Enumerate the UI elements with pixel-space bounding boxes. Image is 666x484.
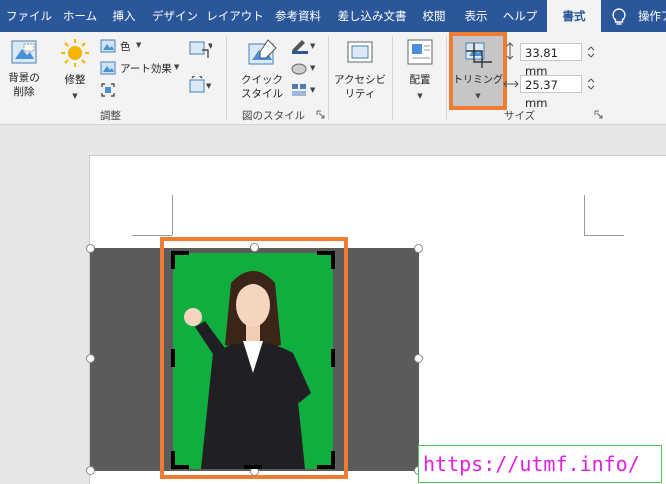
group-separator <box>226 36 227 120</box>
resize-handle[interactable] <box>414 354 423 363</box>
quick-styles-line1: クイック <box>241 74 283 86</box>
crop-handle-top-left[interactable] <box>171 251 175 269</box>
tab-view[interactable]: 表示 <box>460 0 492 32</box>
resize-handle[interactable] <box>250 243 259 252</box>
crop-dropdown-arrow: ▼ <box>475 92 481 100</box>
accessibility-line1: アクセシビ <box>334 74 386 86</box>
color-button[interactable]: 色 ▼ <box>100 38 150 56</box>
quick-styles-line2: スタイル <box>241 88 283 100</box>
resize-handle[interactable] <box>86 244 95 253</box>
svg-text:▼: ▼ <box>208 42 212 50</box>
svg-text:▼: ▼ <box>206 82 212 90</box>
artistic-effects-icon <box>100 61 116 75</box>
crop-handle-bottom-left[interactable] <box>171 451 175 469</box>
color-picture-icon <box>100 39 116 53</box>
change-picture-icon[interactable]: ▼ <box>188 40 212 60</box>
margin-corner-mark <box>132 235 172 236</box>
remove-background-button[interactable]: 背景の 削除 <box>4 34 44 104</box>
accessibility-line2: リティ <box>344 88 376 100</box>
remove-background-line2: 削除 <box>13 86 35 98</box>
crop-handle-top-right[interactable] <box>331 251 335 269</box>
height-field[interactable]: 33.81 mm <box>520 43 582 78</box>
adjust-group-label: 調整 <box>100 110 121 122</box>
crop-handle-right[interactable] <box>331 349 335 367</box>
crop-handle-bottom-right[interactable] <box>331 451 335 469</box>
crop-button[interactable]: トリミング ▼ <box>449 32 507 110</box>
tab-layout[interactable]: レイアウト <box>206 0 264 32</box>
artistic-effects-dropdown-arrow: ▼ <box>174 63 180 71</box>
corrections-dropdown-arrow: ▼ <box>72 92 78 100</box>
tab-mailings[interactable]: 差し込み文書 <box>334 0 410 32</box>
reset-picture-icon[interactable]: ▼ <box>188 76 212 96</box>
picture-border-icon[interactable]: ▼ <box>290 38 318 54</box>
crop-icon <box>465 42 492 68</box>
tab-file[interactable]: ファイル <box>6 0 52 32</box>
artistic-effects-button[interactable]: アート効果 ▼ <box>100 60 182 78</box>
svg-text:▼: ▼ <box>310 64 316 72</box>
size-launcher-icon[interactable] <box>594 110 603 119</box>
group-separator <box>446 36 447 120</box>
width-spinner[interactable] <box>584 75 598 93</box>
tab-design[interactable]: デザイン <box>150 0 200 32</box>
width-field[interactable]: 25.37 mm <box>520 75 582 110</box>
tab-format[interactable]: 書式 <box>547 0 601 32</box>
position-icon <box>407 39 433 65</box>
resize-handle[interactable] <box>86 466 95 475</box>
position-dropdown-arrow: ▼ <box>417 92 423 100</box>
position-label: 配置 <box>409 74 431 86</box>
picture-effects-icon[interactable]: ▼ <box>290 60 318 76</box>
accessibility-button[interactable]: アクセシビ リティ <box>334 34 386 104</box>
width-icon <box>503 80 519 88</box>
crop-selection-highlight <box>160 237 348 479</box>
crop-handle-bottom[interactable] <box>244 465 262 469</box>
margin-corner-mark <box>172 195 173 235</box>
margin-corner-mark <box>584 235 624 236</box>
lightbulb-icon[interactable] <box>608 6 630 28</box>
corrections-button[interactable]: 修整 ▼ <box>54 34 96 104</box>
tab-review[interactable]: 校閲 <box>418 0 450 32</box>
picture-layout-icon[interactable]: ▼ <box>290 82 318 98</box>
quick-styles-icon <box>248 39 277 65</box>
picture-styles-launcher-icon[interactable] <box>316 110 325 119</box>
quick-styles-button[interactable]: クイック スタイル <box>234 34 290 104</box>
ribbon-tab-bar: ファイル ホーム 挿入 デザイン レイアウト 参考資料 差し込み文書 校閲 表示… <box>0 0 666 32</box>
height-icon <box>506 42 514 60</box>
ribbon: 背景の 削除 修整 ▼ 色 ▼ アート効果 ▼ ▼ ▼ 調整 クイック スタイル… <box>0 32 666 125</box>
size-group-label: サイズ <box>504 110 536 122</box>
crop-handle-left[interactable] <box>171 349 175 367</box>
tab-help[interactable]: ヘルプ <box>500 0 540 32</box>
watermark-url: https://utmf.info/ <box>418 445 662 483</box>
height-spinner[interactable] <box>584 43 598 61</box>
crop-label: トリミング <box>453 75 503 86</box>
margin-corner-mark <box>584 195 585 235</box>
resize-handle[interactable] <box>414 244 423 253</box>
sun-icon <box>61 39 89 67</box>
position-button[interactable]: 配置 ▼ <box>398 34 442 104</box>
tab-references[interactable]: 参考資料 <box>270 0 326 32</box>
color-dropdown-arrow: ▼ <box>136 41 142 49</box>
svg-text:▼: ▼ <box>310 86 316 94</box>
tab-home[interactable]: ホーム <box>60 0 100 32</box>
alt-text-icon <box>347 41 373 63</box>
tab-insert[interactable]: 挿入 <box>108 0 140 32</box>
remove-background-line1: 背景の <box>8 72 40 84</box>
group-separator <box>392 36 393 120</box>
tell-me-label[interactable]: 操作ア <box>638 0 666 32</box>
compress-pictures-icon[interactable] <box>100 82 116 98</box>
corrections-label: 修整 <box>64 74 86 86</box>
color-label: 色 <box>120 41 131 53</box>
artistic-effects-label: アート効果 <box>120 63 172 75</box>
resize-handle[interactable] <box>86 354 95 363</box>
group-separator <box>328 36 329 120</box>
svg-text:▼: ▼ <box>310 42 316 50</box>
remove-background-icon <box>11 40 37 64</box>
picture-styles-group-label: 図のスタイル <box>242 110 305 122</box>
